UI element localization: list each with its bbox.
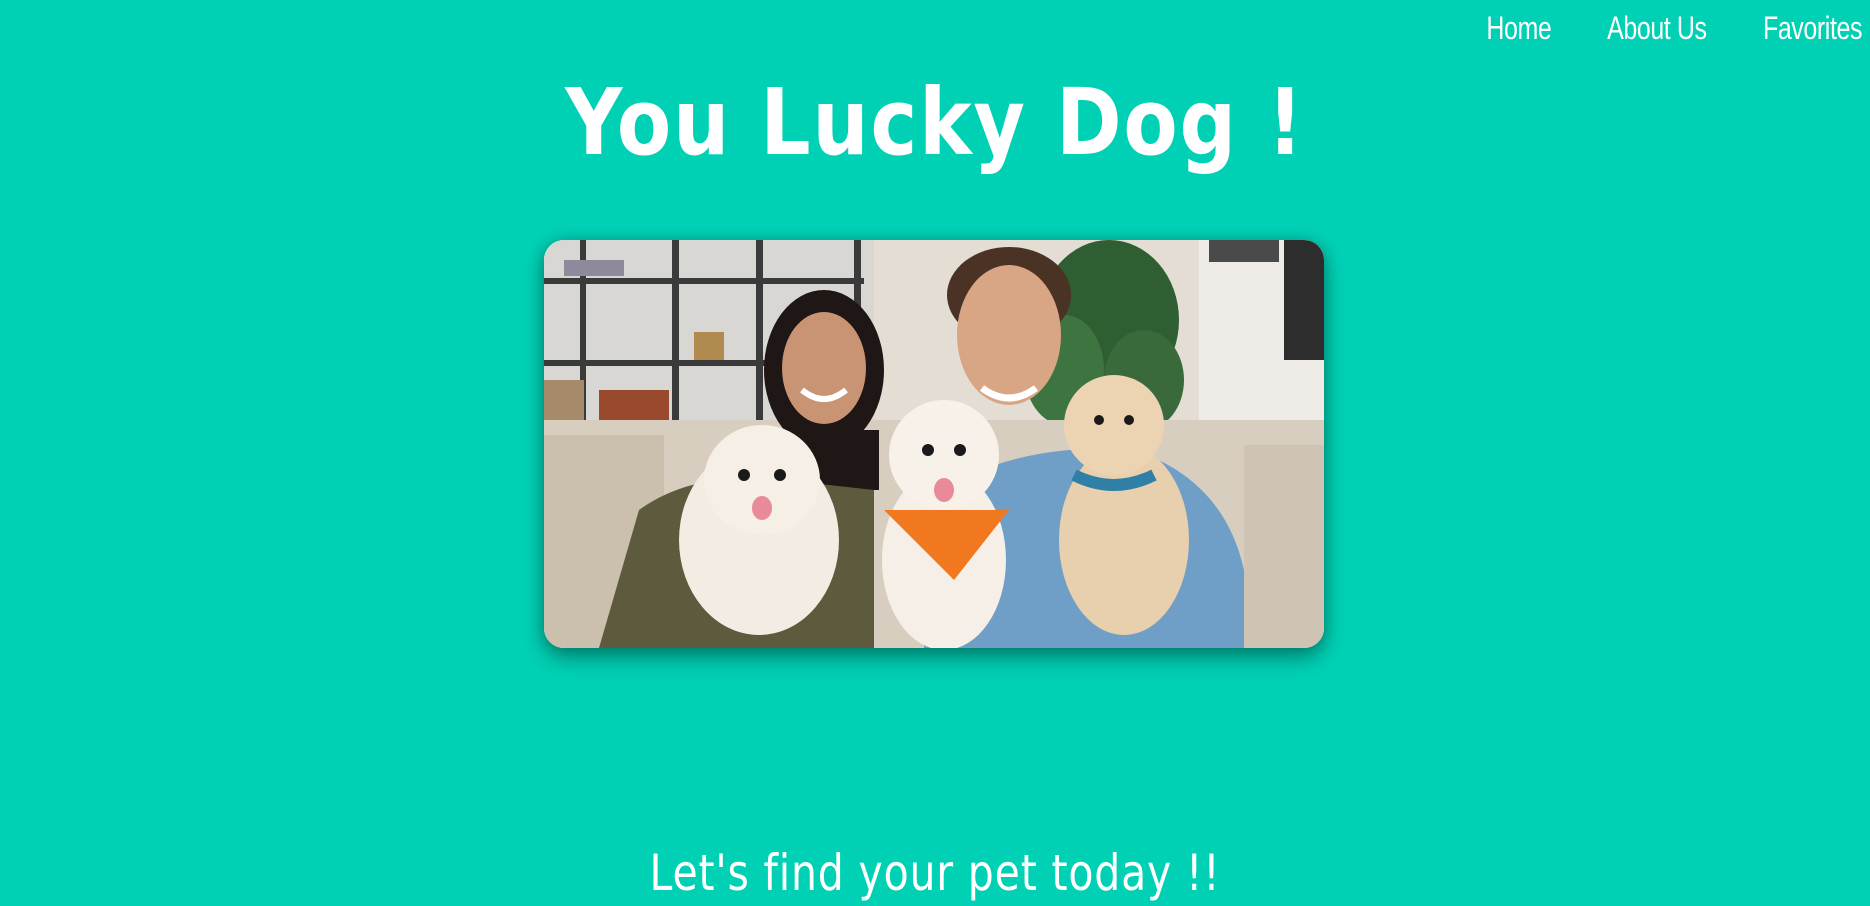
landing-page: Home About Us Favorites You Lucky Dog ! — [0, 0, 1870, 906]
hero-photo — [544, 240, 1324, 648]
nav-home-link[interactable]: Home — [1486, 10, 1551, 47]
family-with-dogs-photo-icon — [544, 240, 1324, 648]
tagline: Let's find your pet today !! — [649, 844, 1221, 902]
top-nav: Home About Us Favorites — [1468, 10, 1862, 47]
page-title: You Lucky Dog ! — [565, 69, 1305, 176]
nav-favorites-link[interactable]: Favorites — [1763, 10, 1863, 47]
nav-about-us-link[interactable]: About Us — [1607, 10, 1707, 47]
